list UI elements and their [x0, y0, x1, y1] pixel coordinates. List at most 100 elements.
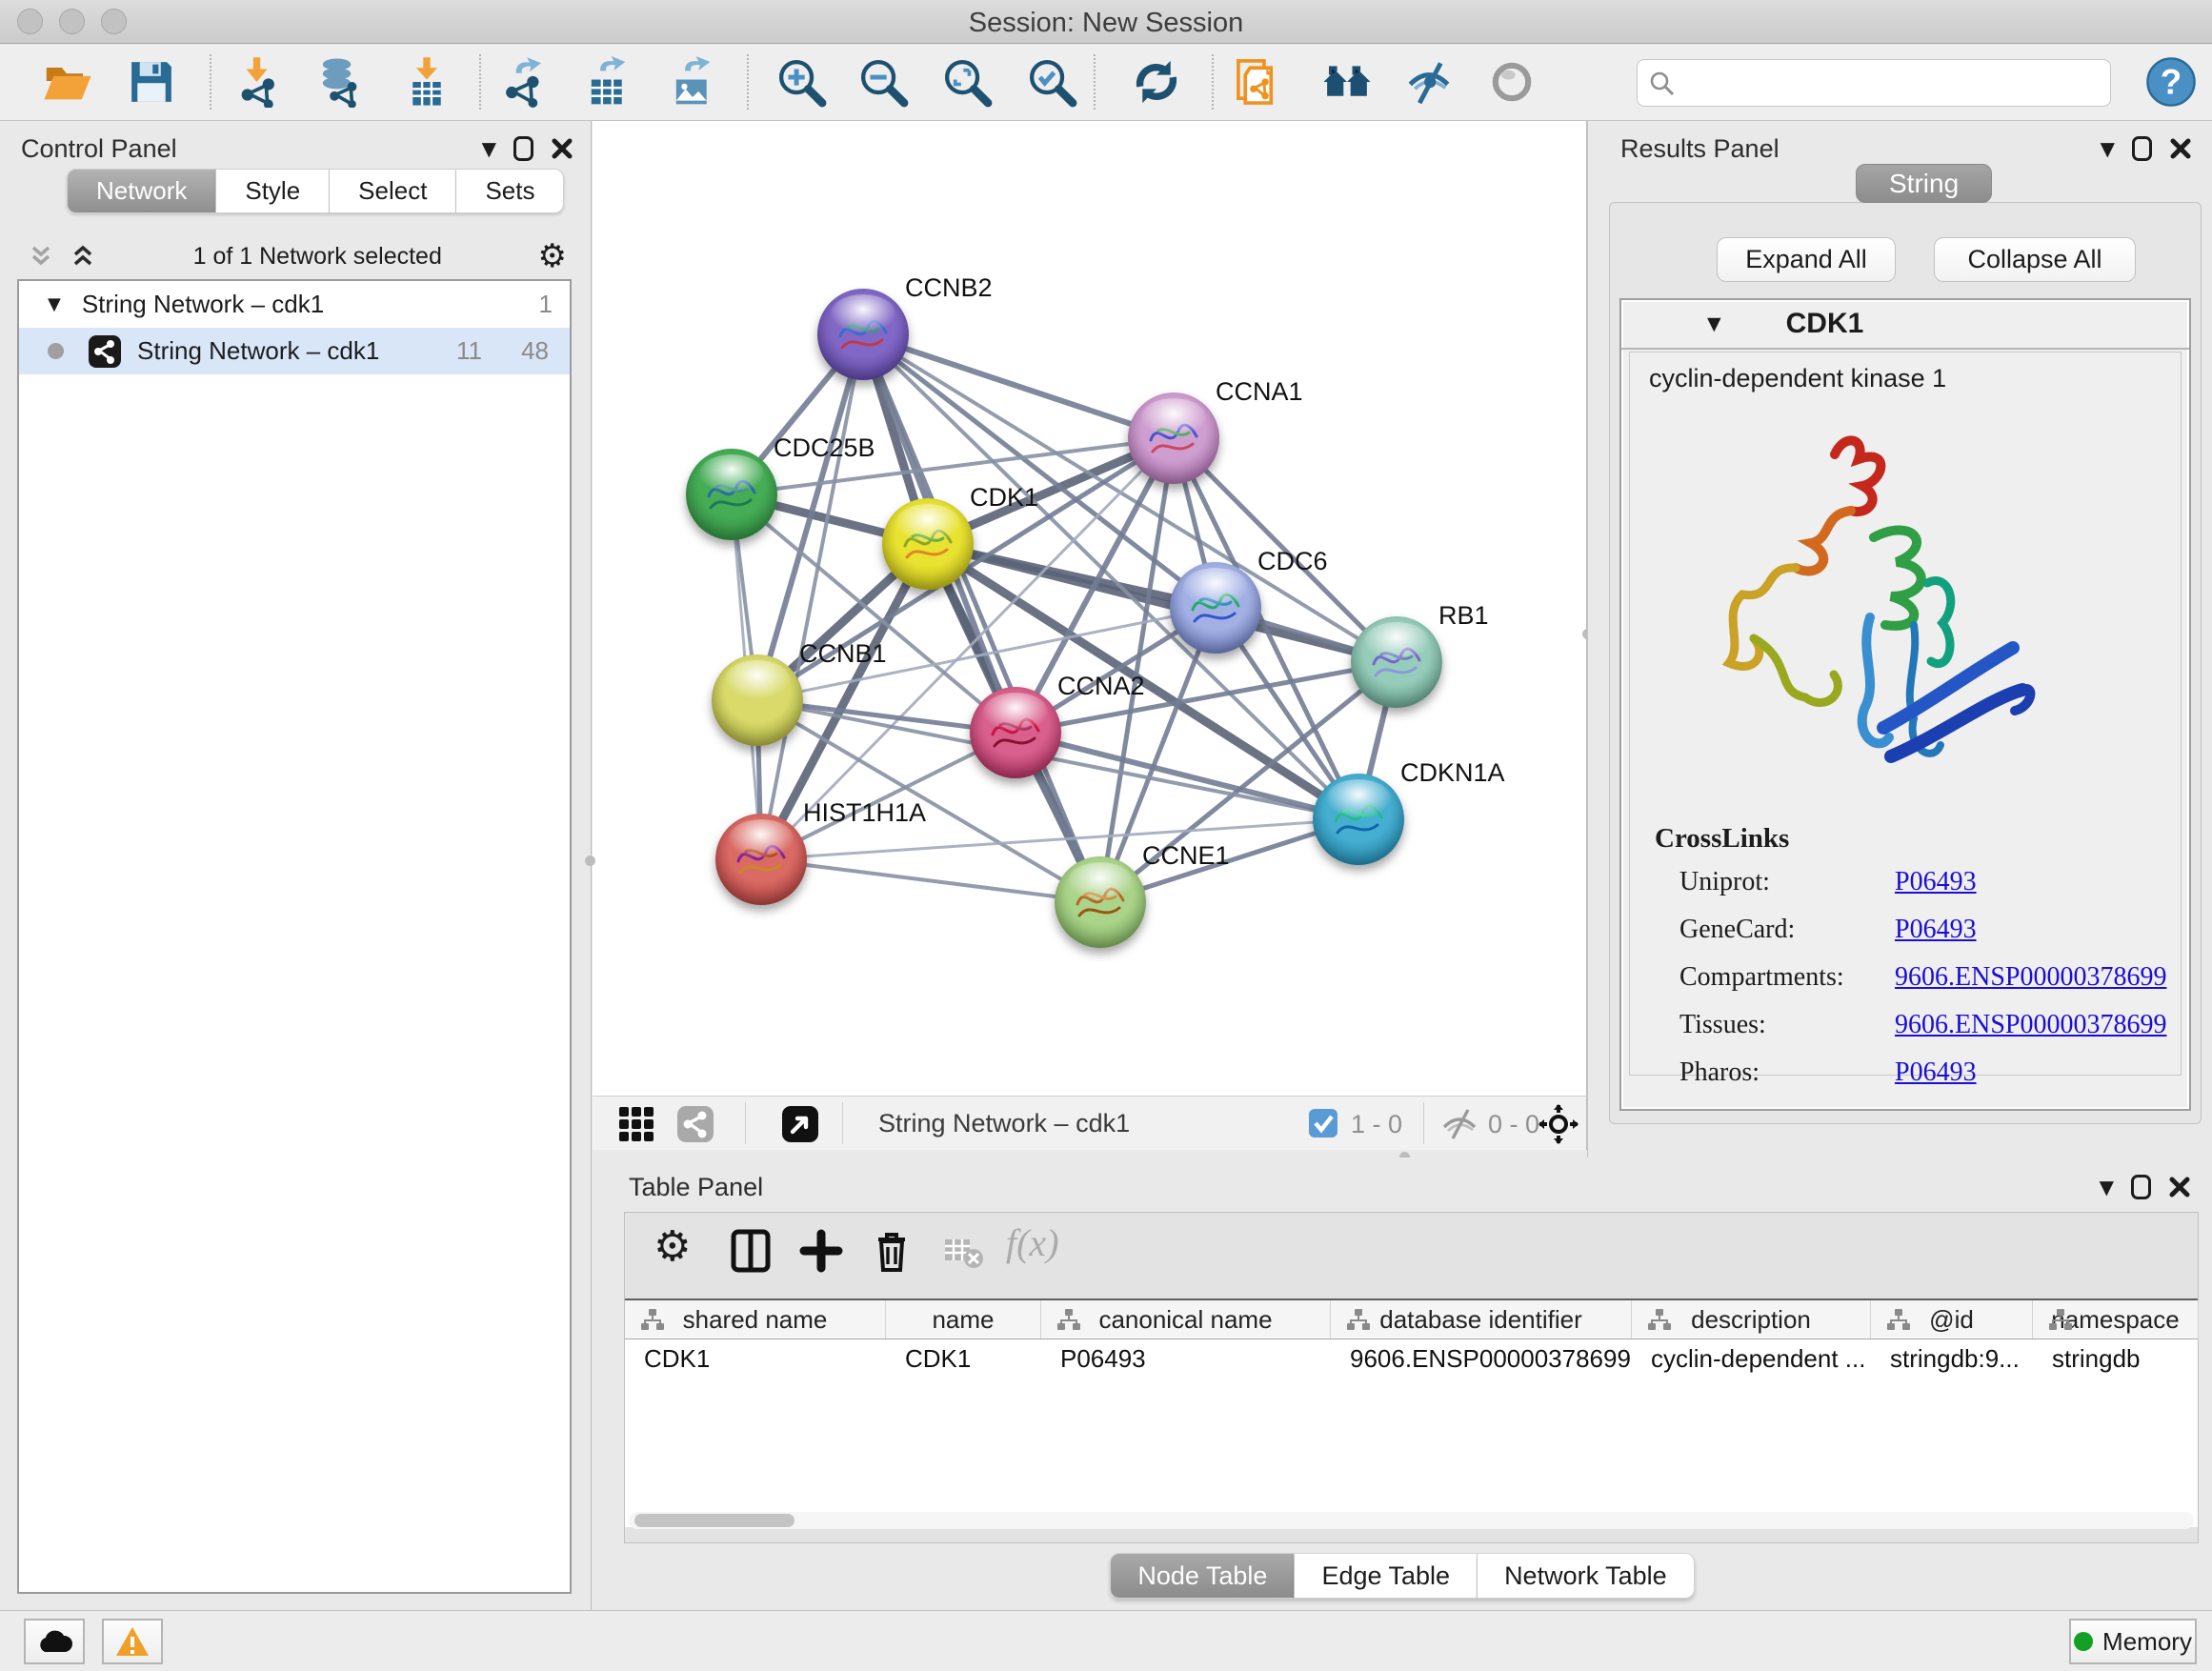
birds-eye-grid-icon[interactable] [617, 1105, 655, 1143]
search-input[interactable] [1683, 64, 2093, 102]
network-node-ccnb1[interactable] [712, 654, 803, 746]
export-table-icon[interactable] [582, 56, 633, 108]
column-header-namespace[interactable]: namespace [2033, 1300, 2199, 1339]
search-field[interactable] [1637, 59, 2111, 107]
panel-float-icon[interactable] [513, 136, 533, 161]
panel-menu-icon[interactable]: ▼ [482, 139, 496, 158]
cell-name[interactable]: CDK1 [886, 1339, 1041, 1378]
cloud-status-button[interactable] [24, 1619, 85, 1664]
node-entry-header[interactable]: ▼ CDK1 [1621, 300, 2189, 350]
tab-network[interactable]: Network [67, 169, 216, 213]
zoom-selected-icon[interactable] [1026, 56, 1077, 108]
tab-network-table[interactable]: Network Table [1478, 1553, 1695, 1599]
panel-close-icon[interactable] [551, 137, 573, 160]
selected-checkbox-icon[interactable] [1309, 1109, 1337, 1137]
open-session-icon[interactable] [42, 56, 93, 108]
panel-menu-icon[interactable]: ▼ [2101, 139, 2115, 158]
crosslink-uniprot-link[interactable]: P06493 [1895, 867, 1977, 897]
panel-float-icon[interactable] [2131, 1175, 2151, 1199]
preview-eye-icon[interactable] [1486, 56, 1538, 108]
tab-node-table[interactable]: Node Table [1110, 1553, 1295, 1599]
tab-style[interactable]: Style [216, 169, 330, 213]
add-column-icon[interactable] [798, 1228, 844, 1274]
panel-menu-icon[interactable]: ▼ [2100, 1178, 2114, 1197]
network-options-gear-icon[interactable]: ⚙ [538, 240, 567, 272]
crosslink-compartments-link[interactable]: 9606.ENSP00000378699 [1895, 962, 2166, 993]
cell-databaseidentifier[interactable]: 9606.ENSP00000378699 [1331, 1339, 1632, 1378]
expand-all-icon[interactable] [69, 242, 97, 271]
network-node-ccnb2[interactable] [817, 289, 909, 380]
panel-close-icon[interactable] [2169, 137, 2192, 160]
network-share-icon[interactable] [676, 1105, 714, 1143]
export-network-icon[interactable] [500, 56, 552, 108]
zoom-in-icon[interactable] [775, 56, 827, 108]
import-table-file-icon[interactable] [401, 56, 452, 108]
panel-close-icon[interactable] [2168, 1176, 2191, 1198]
crosslink-tissues-link[interactable]: 9606.ENSP00000378699 [1895, 1010, 2166, 1040]
network-edge-HIST1H1A-CCNE1[interactable] [761, 859, 1100, 902]
network-node-hist1h1a[interactable] [715, 814, 807, 905]
cell-description[interactable]: cyclin-dependent ... [1632, 1339, 1871, 1378]
tab-select[interactable]: Select [330, 169, 456, 213]
tree-expander-icon[interactable]: ▼ [48, 296, 61, 313]
table-horizontal-scrollbar[interactable] [629, 1512, 2194, 1529]
network-node-ccna1[interactable] [1128, 393, 1219, 484]
collapse-all-button[interactable]: Collapse All [1934, 237, 2136, 282]
network-edge-CCNB2-CCNA1[interactable] [863, 334, 1174, 438]
cell-id[interactable]: stringdb:9... [1871, 1339, 2033, 1378]
network-edge-CCNB2-RB1[interactable] [863, 334, 1397, 662]
network-node-cdc25b[interactable] [686, 449, 777, 540]
tab-string[interactable]: String [1856, 164, 1992, 203]
entry-expander-icon[interactable]: ▼ [1707, 315, 1721, 333]
network-node-ccna2[interactable] [970, 687, 1061, 778]
scrollbar-thumb[interactable] [634, 1514, 794, 1527]
network-node-rb1[interactable] [1351, 616, 1442, 708]
network-node-cdc6[interactable] [1170, 562, 1261, 654]
network-node-ccne1[interactable] [1055, 856, 1146, 948]
share-document-icon[interactable] [1234, 56, 1285, 108]
collapse-all-icon[interactable] [27, 242, 55, 271]
table-row[interactable]: CDK1CDK1P064939606.ENSP00000378699cyclin… [625, 1339, 2198, 1378]
network-node-cdkn1a[interactable] [1313, 774, 1404, 865]
import-network-database-icon[interactable] [313, 56, 365, 108]
show-columns-icon[interactable] [728, 1228, 774, 1274]
network-node-cdk1[interactable] [882, 498, 974, 590]
left-splitter-handle[interactable] [585, 856, 595, 866]
cytoscape-window: Session: New Session ? Control [0, 0, 2212, 1671]
cell-sharedname[interactable]: CDK1 [625, 1339, 886, 1378]
zoom-out-icon[interactable] [857, 56, 909, 108]
expand-all-button[interactable]: Expand All [1717, 237, 1896, 282]
column-header-canonicalname[interactable]: canonical name [1041, 1300, 1331, 1339]
tab-sets[interactable]: Sets [456, 169, 564, 213]
network-collection-row[interactable]: ▼ String Network – cdk1 1 [19, 281, 570, 328]
delete-column-icon[interactable] [869, 1228, 915, 1274]
cell-namespace[interactable]: stringdb [2033, 1339, 2199, 1378]
column-header-sharedname[interactable]: shared name [625, 1300, 886, 1339]
show-home-icon[interactable] [1321, 56, 1373, 108]
panel-float-icon[interactable] [2132, 136, 2152, 161]
fit-selected-crosshair-icon[interactable] [1538, 1103, 1579, 1145]
warning-status-button[interactable] [102, 1619, 163, 1664]
hidden-eye-slash-icon[interactable] [1440, 1108, 1478, 1140]
network-row-selected[interactable]: String Network – cdk1 11 48 [19, 328, 570, 374]
tab-edge-table[interactable]: Edge Table [1295, 1553, 1478, 1599]
network-edge-CCNB2-HIST1H1A[interactable] [761, 334, 863, 859]
save-session-icon[interactable] [126, 56, 177, 108]
zoom-fit-icon[interactable] [941, 56, 993, 108]
table-options-gear-icon[interactable]: ⚙ [654, 1222, 691, 1271]
refresh-view-icon[interactable] [1131, 56, 1182, 108]
help-icon[interactable]: ? [2145, 56, 2197, 108]
column-header-name[interactable]: name [886, 1300, 1041, 1339]
export-image-icon[interactable] [667, 56, 718, 108]
column-header-id[interactable]: @id [1871, 1300, 2033, 1339]
crosslink-pharos-link[interactable]: P06493 [1895, 1057, 1977, 1088]
memory-button[interactable]: Memory [2069, 1619, 2197, 1664]
cell-canonicalname[interactable]: P06493 [1041, 1339, 1331, 1378]
column-header-description[interactable]: description [1632, 1300, 1871, 1339]
import-network-file-icon[interactable] [233, 56, 285, 108]
column-header-databaseidentifier[interactable]: database identifier [1331, 1300, 1632, 1339]
crosslink-genecard-link[interactable]: P06493 [1895, 915, 1977, 945]
hide-show-eye-icon[interactable] [1403, 56, 1455, 108]
network-canvas[interactable]: CCNB2CCNA1CDC25BCDK1CDC6RB1CCNB1CCNA2CDK… [593, 121, 1587, 1096]
open-in-window-icon[interactable] [781, 1105, 819, 1143]
